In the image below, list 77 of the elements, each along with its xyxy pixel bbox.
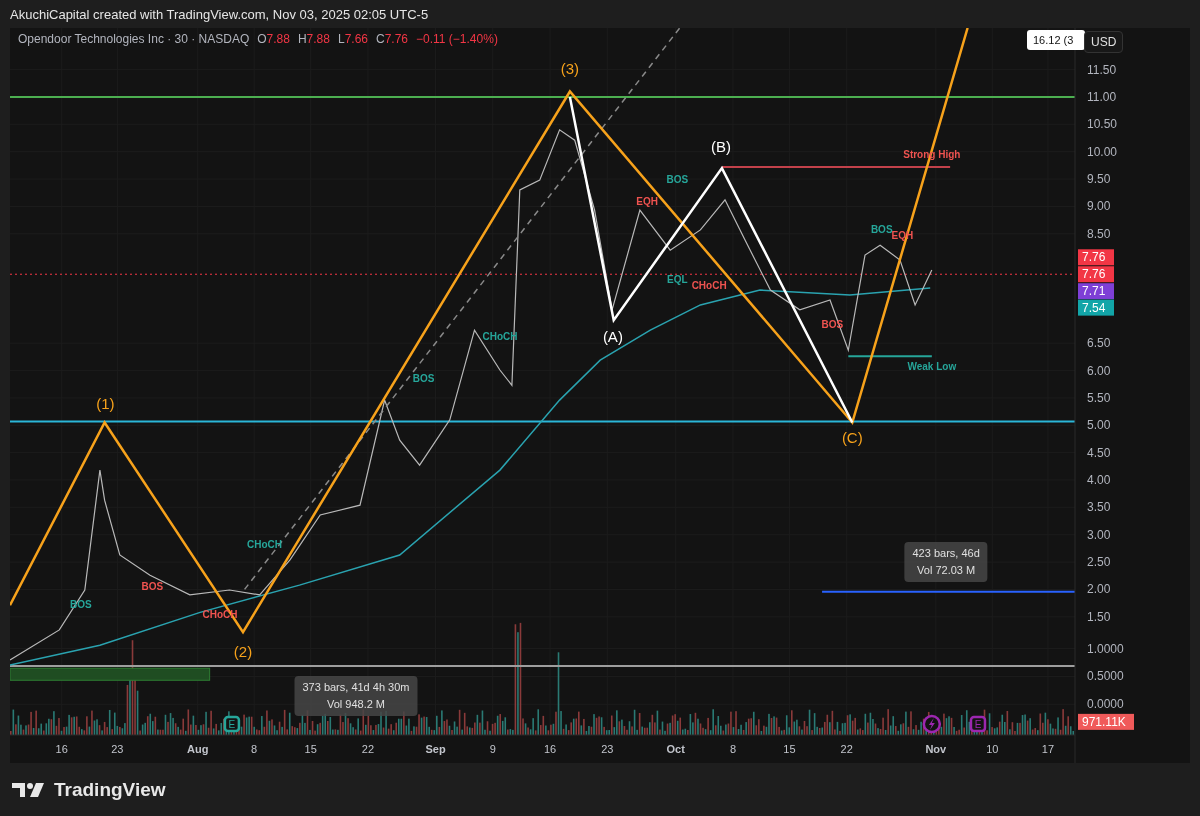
time-axis-label: 9 (489, 743, 496, 755)
time-axis-label: 16 (55, 743, 68, 755)
time-axis-label: 23 (601, 743, 614, 755)
time-axis-label: 8 (729, 743, 737, 755)
wave-label: (C) (841, 429, 863, 447)
structure-label: BOS (870, 224, 893, 236)
wave-label: (3) (560, 59, 580, 77)
ohlc-label: L (337, 32, 345, 46)
time-axis-label: Oct (666, 743, 685, 755)
price-axis-label: 0.0000 (1087, 697, 1124, 712)
time-axis-label: Sep (425, 743, 446, 755)
wave-label: (A) (602, 328, 623, 346)
structure-label: CHoCH (691, 280, 727, 291)
price-axis-label: 10.00 (1087, 144, 1118, 159)
time-axis-label: 8 (251, 743, 258, 755)
price-axis-label: 2.50 (1087, 555, 1111, 570)
wave-label: (B) (711, 138, 732, 156)
ohlc-label: C (376, 32, 385, 46)
structure-label: EQL (667, 274, 688, 285)
price-axis-label: 1.0000 (1087, 641, 1124, 656)
structure-label: EQH (636, 195, 658, 207)
structure-label: BOS (141, 581, 164, 592)
time-axis-label: 16 (543, 743, 557, 755)
price-axis-label: 4.00 (1087, 473, 1111, 487)
measure-text: 373 bars, 41d 4h 30m (302, 680, 410, 696)
price-change: −0.11 (−1.40%) (416, 32, 498, 46)
time-axis-label: 23 (111, 743, 124, 755)
structure-label: Weak Low (907, 361, 957, 372)
currency-box[interactable]: USD (1084, 31, 1124, 53)
wave-label: (1) (96, 394, 115, 412)
time-axis-label: 10 (986, 743, 999, 755)
price-axis-label: 9.50 (1087, 172, 1111, 187)
earnings-marker[interactable]: E (223, 715, 241, 733)
price-tag: 7.71 (1078, 283, 1114, 300)
structure-label: BOS (412, 373, 435, 385)
time-axis-label: 22 (361, 743, 375, 755)
price-axis-label: 3.50 (1087, 500, 1111, 515)
lightning-icon[interactable] (922, 714, 942, 734)
time-axis-label: 22 (840, 743, 853, 755)
price-axis-label: 5.50 (1087, 390, 1111, 405)
time-axis-label: 15 (783, 743, 796, 755)
measure-text: 423 bars, 46d (912, 546, 980, 562)
price-tag: 16.12 (3 (1027, 30, 1085, 50)
price-tag: 7.76 (1078, 249, 1114, 266)
time-axis-label: Nov (925, 743, 947, 755)
price-axis-label: 2.00 (1087, 582, 1111, 597)
time-axis-label: 15 (304, 743, 317, 755)
price-axis-label: 0.5000 (1087, 669, 1124, 684)
brand-name: TradingView (54, 778, 166, 801)
ohlc-value: 7.88 (306, 32, 330, 46)
price-tag: 7.76 (1078, 266, 1114, 283)
ohlc-label: O (257, 32, 267, 46)
structure-label: BOS (821, 318, 844, 330)
price-axis-label: 10.50 (1087, 117, 1118, 132)
symbol-title: Opendoor Technologies Inc · 30 · NASDAQ (18, 32, 250, 46)
ohlc-value: 7.76 (384, 32, 409, 46)
structure-label: CHoCH (247, 538, 282, 550)
time-axis-label: Aug (187, 743, 209, 755)
structure-label: BOS (666, 173, 689, 185)
wave-label: (2) (233, 643, 253, 661)
measure-text: Vol 72.03 M (917, 563, 976, 579)
price-axis-label: 6.50 (1087, 336, 1111, 351)
price-axis-label: 1.50 (1087, 609, 1111, 624)
price-axis-label: 5.00 (1087, 418, 1111, 433)
ohlc-label: H (297, 32, 307, 46)
price-axis-label: 3.00 (1087, 527, 1111, 542)
chart-credit: AkuchiCapital created with TradingView.com, Nov 03, 2025 02:05 UTC-5 (9, 6, 430, 24)
price-axis-label: 4.50 (1087, 445, 1111, 460)
price-axis-label: 11.50 (1087, 62, 1117, 77)
price-axis-label: 9.00 (1087, 199, 1111, 214)
price-axis-label: 11.00 (1087, 89, 1117, 104)
ohlc-value: 7.88 (266, 32, 290, 46)
measure-text: Vol 948.2 M (326, 697, 386, 713)
ohlc-value: 7.66 (344, 32, 368, 46)
time-axis-label: 17 (1041, 743, 1055, 755)
price-axis-label: 8.50 (1087, 226, 1111, 241)
price-axis-label: 6.00 (1087, 363, 1111, 378)
